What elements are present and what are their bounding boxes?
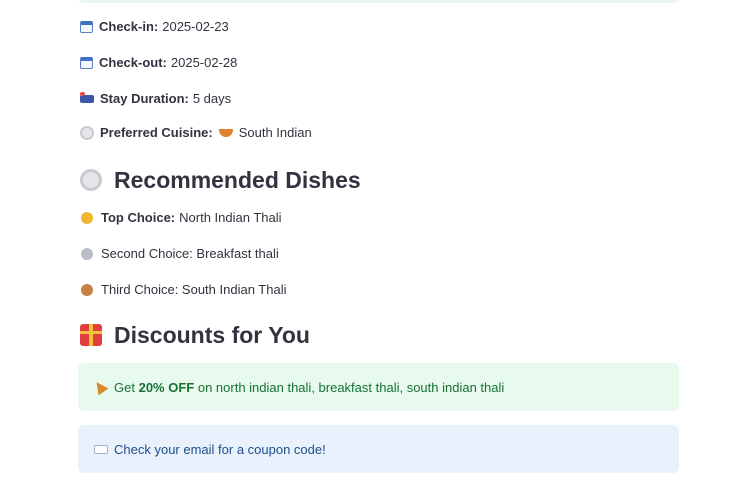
curry-icon — [218, 129, 233, 137]
third-choice-row: Third Choice: South Indian Thali — [80, 281, 286, 299]
previous-alert-box — [78, 0, 679, 3]
second-choice-text: Second Choice: Breakfast thali — [101, 246, 279, 261]
duration-value: 5 days — [192, 91, 232, 106]
discounts-heading-text: Discounts for You — [114, 321, 310, 348]
offer-discount: 20% OFF — [138, 379, 195, 395]
bronze-medal-icon — [81, 284, 93, 296]
second-choice-row: Second Choice: Breakfast thali — [80, 245, 279, 263]
gold-medal-icon — [81, 212, 93, 224]
ticket-icon — [94, 444, 108, 454]
checkout-value: 2025-02-28 — [170, 55, 238, 70]
checkin-row: Check-in: 2025-02-23 — [80, 18, 229, 36]
cuisine-label: Preferred Cuisine: — [100, 125, 213, 140]
offer-suffix: on north indian thali, breakfast thali, … — [197, 379, 505, 395]
checkin-label: Check-in: — [99, 19, 159, 34]
plate-icon — [80, 169, 102, 191]
cuisine-row: Preferred Cuisine: South Indian — [80, 124, 312, 142]
top-choice-row: Top Choice: North Indian Thali — [80, 209, 282, 227]
duration-label: Stay Duration: — [100, 91, 189, 106]
calendar-icon — [80, 21, 93, 33]
plate-icon — [80, 126, 94, 140]
calendar-icon — [80, 57, 93, 69]
recommended-heading: Recommended Dishes — [80, 165, 361, 195]
recommended-heading-text: Recommended Dishes — [114, 166, 361, 193]
checkin-value: 2025-02-23 — [162, 19, 229, 34]
discounts-heading: Discounts for You — [80, 320, 310, 350]
silver-medal-icon — [81, 248, 93, 260]
top-choice-label: Top Choice: — [101, 210, 176, 225]
duration-row: Stay Duration: 5 days — [80, 90, 231, 108]
coupon-info-alert: Check your email for a coupon code! — [78, 425, 679, 473]
discount-offer-alert: Get 20% OFF on north indian thali, break… — [78, 363, 679, 411]
third-choice-text: Third Choice: South Indian Thali — [101, 282, 287, 297]
checkout-label: Check-out: — [99, 55, 167, 70]
cuisine-value: South Indian — [238, 125, 312, 140]
checkout-row: Check-out: 2025-02-28 — [80, 54, 237, 72]
top-choice-value: North Indian Thali — [179, 210, 282, 225]
party-popper-icon — [91, 378, 109, 396]
bed-icon — [80, 92, 94, 103]
coupon-text: Check your email for a coupon code! — [114, 441, 326, 457]
gift-icon — [80, 324, 102, 346]
offer-prefix: Get — [114, 379, 135, 395]
